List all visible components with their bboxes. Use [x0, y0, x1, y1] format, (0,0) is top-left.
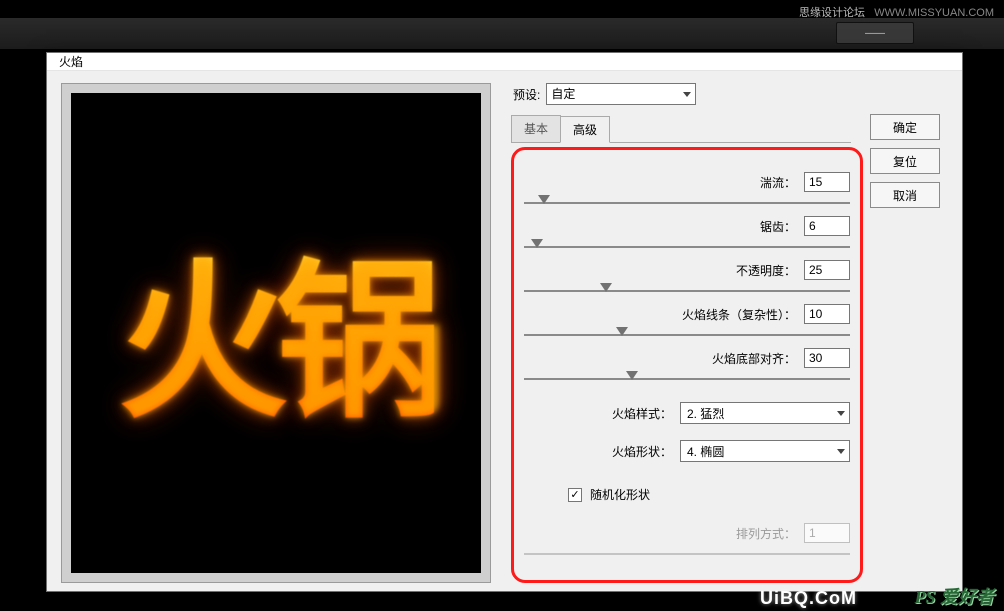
opacity-slider[interactable] — [524, 290, 850, 292]
arrange-row: 排列方式： — [524, 523, 850, 543]
bottom-align-input[interactable] — [804, 348, 850, 368]
flame-style-label: 火焰样式： — [612, 405, 672, 422]
chevron-down-icon — [837, 411, 845, 416]
slider-thumb-icon[interactable] — [626, 371, 638, 380]
controls-column: 预设: 自定 基本 高级 湍流： — [491, 79, 952, 583]
watermark-uibq: UiBQ.CoM — [760, 588, 857, 609]
randomize-checkbox[interactable]: ✓ — [568, 488, 582, 502]
editor-panel-tab: —— — [836, 22, 914, 44]
cancel-button[interactable]: 取消 — [870, 182, 940, 208]
complexity-label: 火焰线条（复杂性）： — [682, 306, 796, 323]
arrange-label: 排列方式： — [736, 525, 796, 542]
flame-style-select[interactable]: 2. 猛烈 — [680, 402, 850, 424]
editor-background-strip: —— — [0, 18, 1004, 50]
bottom-align-slider[interactable] — [524, 378, 850, 380]
flame-style-value: 2. 猛烈 — [687, 407, 724, 421]
arrange-slider — [524, 553, 850, 555]
flame-preview-text: 火锅 — [118, 204, 434, 450]
flame-dialog: 火焰 火锅 预设: 自定 基本 高级 — [46, 52, 963, 592]
turbulence-slider[interactable] — [524, 202, 850, 204]
turbulence-label: 湍流： — [760, 174, 796, 191]
watermark-ps-text: PS 爱好者 — [914, 583, 994, 609]
param-turbulence: 湍流： — [524, 172, 850, 204]
slider-thumb-icon[interactable] — [538, 195, 550, 204]
complexity-input[interactable] — [804, 304, 850, 324]
param-opacity: 不透明度： — [524, 260, 850, 292]
watermark-ps: PS 爱好者 — [914, 583, 994, 609]
tabs-panel: 基本 高级 湍流： — [511, 115, 851, 583]
tab-basic[interactable]: 基本 — [511, 115, 561, 142]
turbulence-input[interactable] — [804, 172, 850, 192]
slider-thumb-icon[interactable] — [531, 239, 543, 248]
preset-label: 预设: — [513, 86, 540, 103]
preset-value: 自定 — [551, 87, 575, 101]
slider-thumb-icon[interactable] — [600, 283, 612, 292]
bottom-align-label: 火焰底部对齐： — [712, 350, 796, 367]
flame-shape-label: 火焰形状： — [612, 443, 672, 460]
dialog-titlebar: 火焰 — [47, 53, 962, 71]
preset-select[interactable]: 自定 — [546, 83, 696, 105]
tabs-bar: 基本 高级 — [511, 115, 851, 143]
randomize-row: ✓ 随机化形状 — [568, 486, 850, 503]
annotation-highlight-box: 湍流： 锯齿： — [511, 147, 863, 583]
param-jagged: 锯齿： — [524, 216, 850, 248]
complexity-slider[interactable] — [524, 334, 850, 336]
param-complexity: 火焰线条（复杂性）： — [524, 304, 850, 336]
param-bottom-align: 火焰底部对齐： — [524, 348, 850, 380]
chevron-down-icon — [837, 449, 845, 454]
dialog-body: 火锅 预设: 自定 基本 高级 — [47, 71, 962, 593]
chevron-down-icon — [683, 92, 691, 97]
preset-row: 预设: 自定 — [513, 83, 952, 105]
preview-panel: 火锅 — [61, 83, 491, 583]
tab-advanced[interactable]: 高级 — [560, 116, 610, 143]
opacity-input[interactable] — [804, 260, 850, 280]
jagged-label: 锯齿： — [760, 218, 796, 235]
flame-shape-row: 火焰形状： 4. 椭圆 — [524, 440, 850, 462]
preview-canvas: 火锅 — [71, 93, 481, 573]
flame-shape-select[interactable]: 4. 椭圆 — [680, 440, 850, 462]
jagged-slider[interactable] — [524, 246, 850, 248]
dialog-buttons: 确定 复位 取消 — [870, 114, 940, 208]
slider-thumb-icon[interactable] — [616, 327, 628, 336]
flame-style-row: 火焰样式： 2. 猛烈 — [524, 402, 850, 424]
dialog-title: 火焰 — [59, 53, 83, 70]
randomize-label: 随机化形状 — [590, 486, 650, 503]
check-icon: ✓ — [570, 488, 579, 501]
opacity-label: 不透明度： — [736, 262, 796, 279]
reset-button[interactable]: 复位 — [870, 148, 940, 174]
arrange-input — [804, 523, 850, 543]
ok-button[interactable]: 确定 — [870, 114, 940, 140]
jagged-input[interactable] — [804, 216, 850, 236]
flame-shape-value: 4. 椭圆 — [687, 445, 724, 459]
